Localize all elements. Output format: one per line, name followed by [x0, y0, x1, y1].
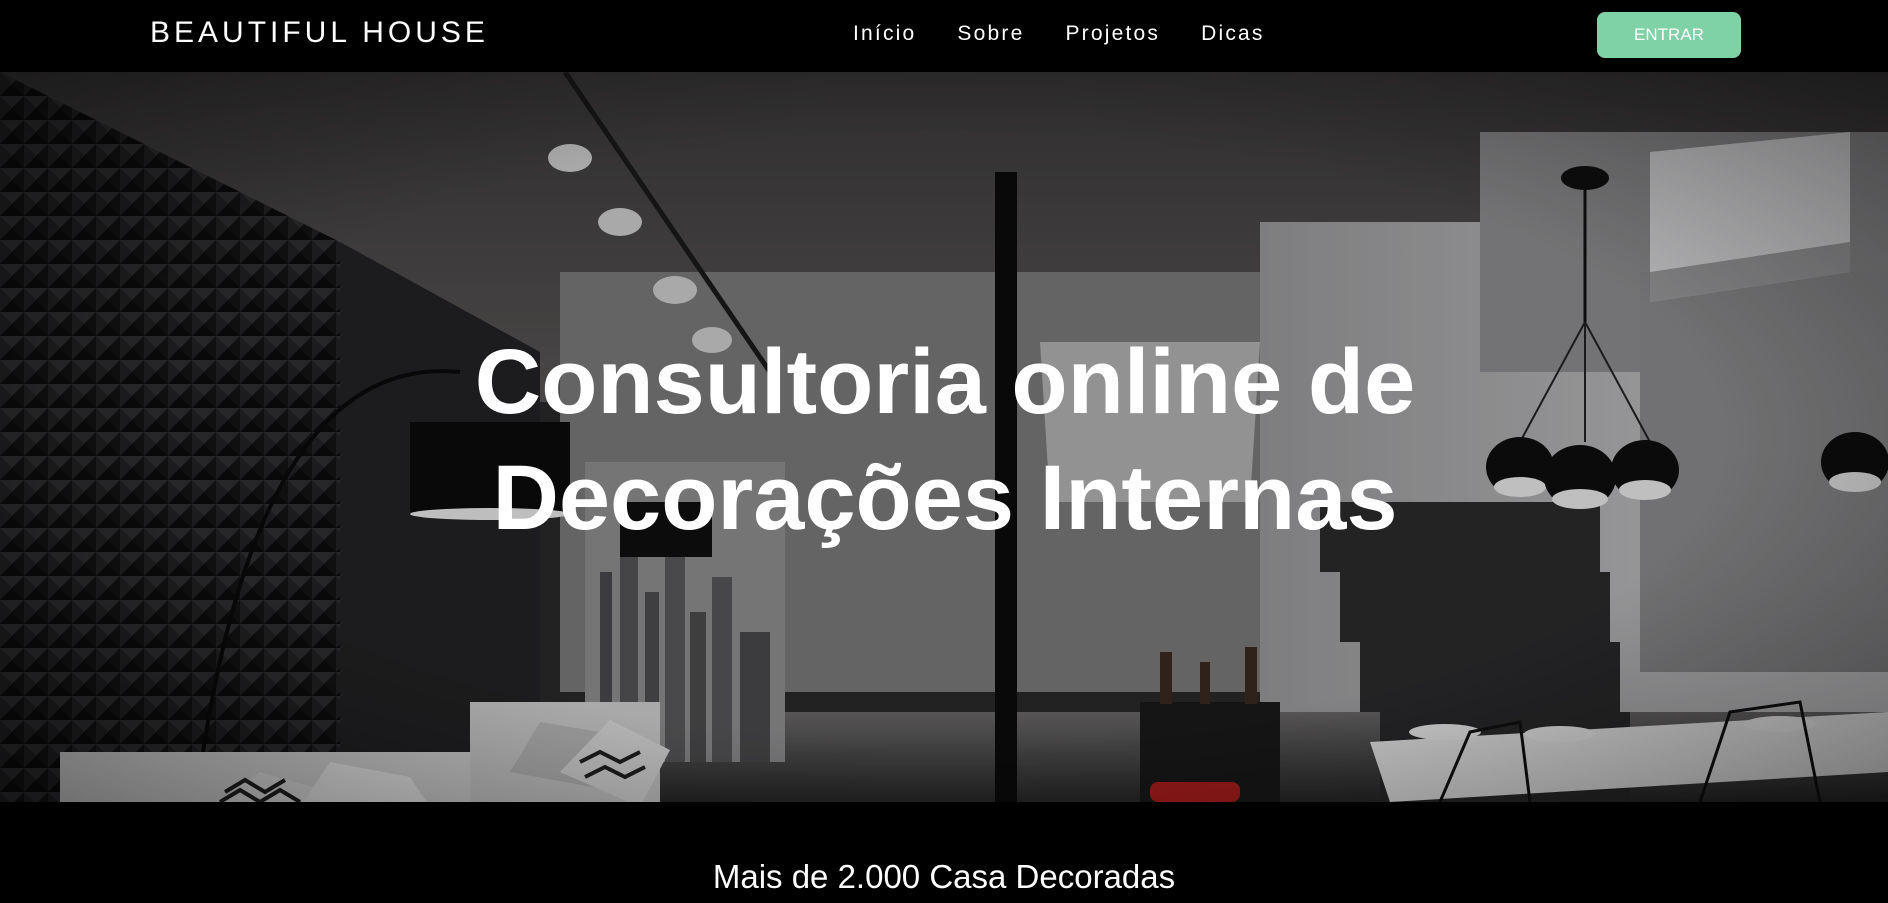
brand-logo[interactable]: BEAUTIFUL HOUSE	[150, 16, 489, 50]
nav-item-dicas[interactable]: Dicas	[1201, 22, 1265, 46]
top-navbar: BEAUTIFUL HOUSE Início Sobre Projetos Di…	[0, 0, 1888, 72]
nav-item-inicio[interactable]: Início	[853, 22, 916, 46]
nav-item-projetos[interactable]: Projetos	[1065, 22, 1160, 46]
stats-section: Mais de 2.000 Casa Decoradas	[0, 802, 1888, 903]
stats-houses-text: Mais de 2.000 Casa Decoradas	[712, 858, 1176, 895]
login-button[interactable]: ENTRAR	[1597, 12, 1741, 58]
main-nav: Início Sobre Projetos Dicas	[853, 22, 1265, 46]
hero-title-line2: Decorações Internas	[492, 447, 1398, 549]
hero-section: Consultoria online de Decorações Interna…	[0, 72, 1888, 802]
hero-title-line1: Consultoria online de	[474, 331, 1416, 433]
nav-item-sobre[interactable]: Sobre	[957, 22, 1024, 46]
hero-title: Consultoria online de Decorações Interna…	[0, 324, 1888, 556]
